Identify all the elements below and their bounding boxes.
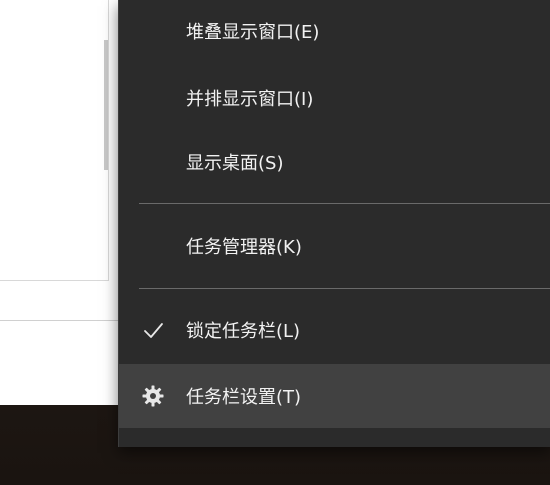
menu-item-task-manager[interactable]: 任务管理器(K) bbox=[119, 218, 550, 274]
menu-item-label: 任务栏设置(T) bbox=[186, 387, 302, 408]
menu-separator bbox=[139, 288, 550, 289]
menu-item-taskbar-settings[interactable]: 任务栏设置(T) bbox=[119, 364, 550, 428]
window-content-panel bbox=[0, 0, 109, 281]
menu-item-label: 显示桌面(S) bbox=[186, 153, 284, 174]
taskbar-context-menu: 堆叠显示窗口(E) 并排显示窗口(I) 显示桌面(S) 任务管理器(K) 锁定任… bbox=[118, 0, 550, 447]
menu-item-label: 锁定任务栏(L) bbox=[186, 321, 301, 342]
checkmark-icon bbox=[139, 316, 167, 344]
menu-item-label: 并排显示窗口(I) bbox=[186, 89, 314, 110]
window-divider bbox=[0, 320, 118, 321]
menu-separator bbox=[139, 203, 550, 204]
menu-item-side-by-side-windows[interactable]: 并排显示窗口(I) bbox=[119, 70, 550, 126]
menu-item-label: 任务管理器(K) bbox=[186, 237, 302, 258]
menu-item-lock-taskbar[interactable]: 锁定任务栏(L) bbox=[119, 302, 550, 358]
menu-item-cascade-windows[interactable]: 堆叠显示窗口(E) bbox=[119, 3, 550, 59]
menu-item-label: 堆叠显示窗口(E) bbox=[186, 22, 320, 43]
window-scrollbar[interactable] bbox=[104, 40, 108, 170]
gear-icon bbox=[139, 382, 167, 410]
background-window bbox=[0, 0, 118, 405]
menu-item-show-desktop[interactable]: 显示桌面(S) bbox=[119, 134, 550, 190]
